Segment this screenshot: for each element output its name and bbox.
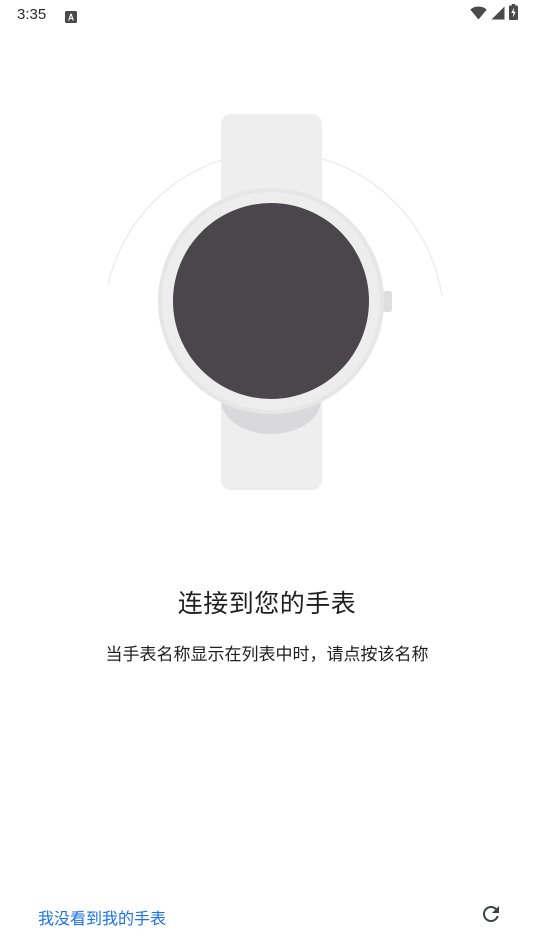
refresh-icon [479,902,503,930]
page-subtitle: 当手表名称显示在列表中时，请点按该名称 [105,645,429,665]
status-bar: 3:35 [0,0,534,30]
cell-signal-icon [491,5,505,24]
wifi-icon [470,5,487,24]
smartwatch-icon [0,100,534,500]
status-time: 3:35 [17,6,47,23]
screen: 3:35 连接到您的手表 当手表名称显示在列表中时，请点按该名称 我没看到我的手… [0,0,534,951]
battery-charging-icon [509,4,518,24]
status-icons [470,4,518,24]
watch-not-found-link[interactable]: 我没看到我的手表 [38,905,166,929]
font-a-icon [65,8,77,23]
refresh-button[interactable] [477,902,505,930]
page-title: 连接到您的手表 [177,589,357,618]
